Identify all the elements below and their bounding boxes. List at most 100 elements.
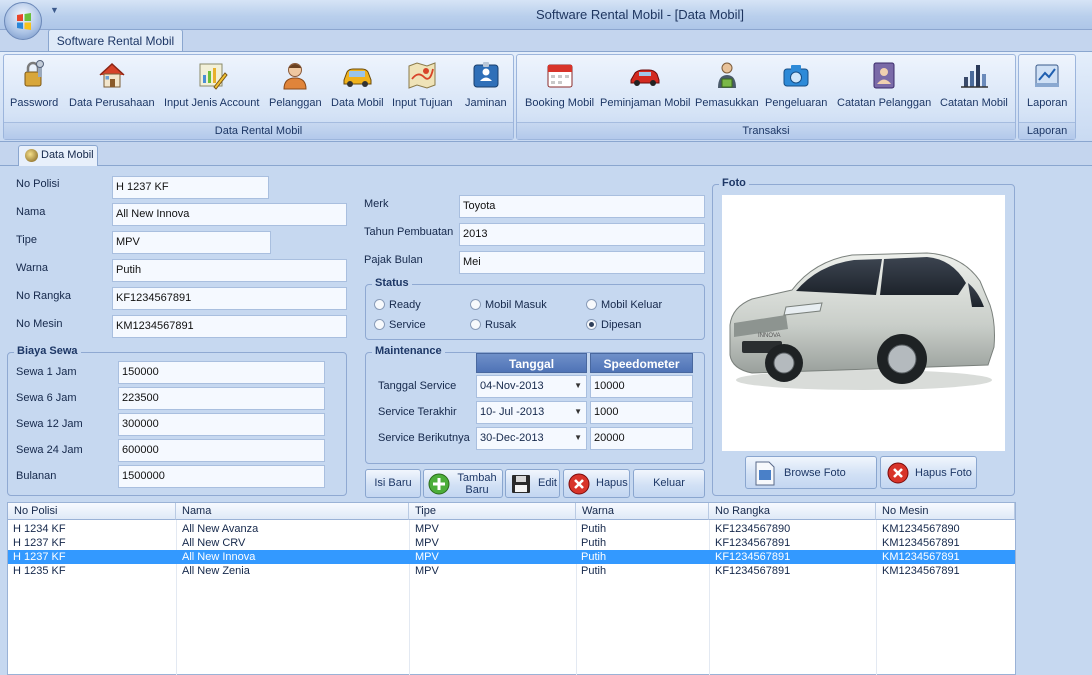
group-label-data-rental-mobil: Data Rental Mobil — [4, 122, 513, 139]
sewa-24-jam-label: Sewa 24 Jam — [16, 444, 83, 456]
tab-data-mobil[interactable]: Data Mobil — [18, 145, 98, 166]
merk-input[interactable]: Toyota — [459, 195, 705, 218]
id-card-icon — [473, 62, 499, 88]
column-header-warna[interactable]: Warna — [576, 503, 709, 520]
hapus-label: Hapus — [596, 477, 628, 489]
cell-no-mesin: KM1234567890 — [882, 523, 960, 535]
cell-tipe: MPV — [415, 537, 439, 549]
keluar-button[interactable]: Keluar — [633, 469, 705, 498]
service-berikutnya-date[interactable]: 30-Dec-2013 ▼ — [476, 427, 587, 450]
column-header-no-rangka[interactable]: No Rangka — [709, 503, 876, 520]
contacts-book-icon — [873, 62, 895, 89]
table-row-selected[interactable]: H 1237 KF All New Innova MPV Putih KF123… — [8, 550, 1015, 564]
input-jenis-account-label: Input Jenis Account — [164, 97, 260, 109]
booking-mobil-button[interactable]: Booking Mobil — [525, 59, 594, 109]
hapus-foto-button[interactable]: Hapus Foto — [880, 456, 977, 489]
no-mesin-label: No Mesin — [16, 318, 63, 330]
no-mesin-input[interactable]: KM1234567891 — [112, 315, 347, 338]
status-mobil-keluar-radio[interactable]: Mobil Keluar — [586, 299, 662, 311]
input-tujuan-button[interactable]: Input Tujuan — [392, 59, 453, 109]
browse-foto-label: Browse Foto — [784, 467, 846, 479]
house-icon — [99, 62, 125, 88]
speedometer-terakhir-input[interactable]: 1000 — [590, 401, 693, 424]
peminjaman-mobil-button[interactable]: Peminjaman Mobil — [600, 59, 690, 109]
service-terakhir-date[interactable]: 10- Jul -2013 ▼ — [476, 401, 587, 424]
data-mobil-button[interactable]: Data Mobil — [331, 59, 384, 109]
pelanggan-label: Pelanggan — [269, 97, 322, 109]
tanggal-service-date[interactable]: 04-Nov-2013 ▼ — [476, 375, 587, 398]
biaya-sewa-title: Biaya Sewa — [14, 345, 81, 357]
pelanggan-button[interactable]: Pelanggan — [269, 59, 322, 109]
column-header-no-polisi[interactable]: No Polisi — [8, 503, 176, 520]
tipe-input[interactable]: MPV — [112, 231, 271, 254]
cell-warna: Putih — [581, 523, 607, 535]
no-rangka-input[interactable]: KF1234567891 — [112, 287, 347, 310]
sewa-6-jam-input[interactable]: 223500 — [118, 387, 325, 410]
table-row[interactable]: H 1234 KF All New Avanza MPV Putih KF123… — [8, 522, 1015, 536]
cell-nama: All New Avanza — [182, 523, 259, 535]
cell-warna: Putih — [581, 565, 607, 577]
tahun-pembuatan-input[interactable]: 2013 — [459, 223, 705, 246]
status-mobil-masuk-radio[interactable]: Mobil Masuk — [470, 299, 547, 311]
tab-software-rental-mobil[interactable]: Software Rental Mobil — [48, 29, 183, 52]
status-rusak-label: Rusak — [485, 319, 517, 331]
column-header-no-mesin[interactable]: No Mesin — [876, 503, 1015, 520]
data-grid[interactable]: No Polisi Nama Tipe Warna No Rangka No M… — [7, 502, 1016, 675]
dropdown-arrow-icon[interactable]: ▼ — [574, 433, 582, 442]
hapus-button[interactable]: Hapus — [563, 469, 630, 498]
status-rusak-radio[interactable]: Rusak — [470, 319, 516, 331]
status-service-radio[interactable]: Service — [374, 319, 426, 331]
sewa-24-jam-input[interactable]: 600000 — [118, 439, 325, 462]
bulanan-input[interactable]: 1500000 — [118, 465, 325, 488]
nama-input[interactable]: All New Innova — [112, 203, 347, 226]
pajak-bulan-input[interactable]: Mei — [459, 251, 705, 274]
password-button[interactable]: Password — [10, 59, 58, 109]
status-dipesan-radio[interactable]: Dipesan — [586, 319, 641, 331]
status-mobil-keluar-label: Mobil Keluar — [601, 299, 663, 311]
status-title: Status — [372, 277, 412, 289]
service-terakhir-label: Service Terakhir — [378, 406, 457, 418]
column-header-nama[interactable]: Nama — [176, 503, 409, 520]
sewa-12-jam-input[interactable]: 300000 — [118, 413, 325, 436]
table-row[interactable]: H 1235 KF All New Zenia MPV Putih KF1234… — [8, 564, 1015, 578]
password-label: Password — [10, 97, 59, 109]
catatan-pelanggan-button[interactable]: Catatan Pelanggan — [837, 59, 931, 109]
input-jenis-account-button[interactable]: Input Jenis Account — [164, 59, 259, 109]
dropdown-arrow-icon[interactable]: ▼ — [574, 407, 582, 416]
service-berikutnya-value: 30-Dec-2013 — [480, 432, 544, 444]
tambah-label-line2: Baru — [465, 484, 489, 496]
status-ready-radio[interactable]: Ready — [374, 299, 421, 311]
data-perusahaan-button[interactable]: Data Perusahaan — [69, 59, 155, 109]
right-empty-area — [1016, 502, 1092, 675]
tanggal-service-value: 04-Nov-2013 — [480, 380, 544, 392]
window-title: Software Rental Mobil - [Data Mobil] — [535, 7, 745, 22]
pengeluaran-button[interactable]: Pengeluaran — [765, 59, 827, 109]
group-label-transaksi: Transaksi — [517, 122, 1015, 139]
isi-baru-button[interactable]: Isi Baru — [365, 469, 421, 498]
table-row[interactable]: H 1237 KF All New CRV MPV Putih KF123456… — [8, 536, 1015, 550]
pemasukkan-button[interactable]: Pemasukkan — [695, 59, 759, 109]
no-polisi-input[interactable]: H 1237 KF — [112, 176, 269, 199]
jaminan-button[interactable]: Jaminan — [465, 59, 507, 109]
app-menu-button[interactable] — [4, 2, 42, 40]
tambah-baru-button[interactable]: Tambah Baru — [423, 469, 503, 498]
status-ready-label: Ready — [389, 299, 421, 311]
cell-no-rangka: KF1234567890 — [715, 523, 791, 535]
column-header-tipe[interactable]: Tipe — [409, 503, 576, 520]
cell-nama: All New CRV — [182, 537, 246, 549]
dropdown-arrow-icon[interactable]: ▼ — [574, 381, 582, 390]
merk-label: Merk — [364, 198, 389, 210]
warna-input[interactable]: Putih — [112, 259, 347, 282]
cell-nama: All New Innova — [182, 551, 256, 563]
speedometer-service-input[interactable]: 10000 — [590, 375, 693, 398]
status-mobil-masuk-label: Mobil Masuk — [485, 299, 547, 311]
sewa-1-jam-input[interactable]: 150000 — [118, 361, 325, 384]
edit-button[interactable]: Edit — [505, 469, 560, 498]
laporan-button[interactable]: Laporan — [1027, 59, 1067, 109]
browse-foto-button[interactable]: Browse Foto — [745, 456, 877, 489]
cell-nama: All New Zenia — [182, 565, 250, 577]
quick-access-dropdown-icon[interactable]: ▼ — [50, 5, 59, 15]
car-icon — [343, 68, 372, 87]
catatan-mobil-button[interactable]: Catatan Mobil — [940, 59, 1008, 109]
speedometer-berikutnya-input[interactable]: 20000 — [590, 427, 693, 450]
